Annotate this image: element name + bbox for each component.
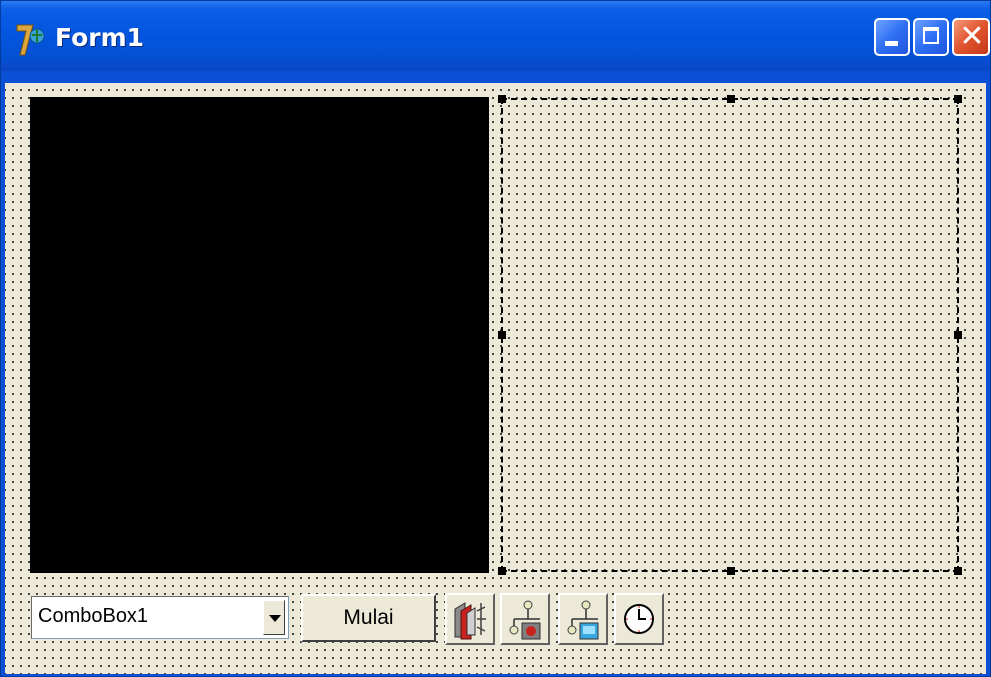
combobox-value: ComboBox1: [38, 605, 149, 627]
video-panel[interactable]: [30, 97, 489, 573]
timer-component[interactable]: [614, 593, 664, 645]
server-socket-component[interactable]: [500, 593, 550, 645]
close-icon: ✕: [959, 19, 985, 54]
media-player-component-icon: [454, 602, 486, 640]
window-title: Form1: [55, 23, 145, 52]
delphi-app-icon: [16, 24, 45, 56]
start-button-label: Mulai: [343, 606, 394, 629]
maximize-icon: [923, 27, 939, 44]
client-socket-component-icon: [567, 600, 599, 640]
resize-handle-top[interactable]: [727, 95, 735, 103]
resize-handle-right[interactable]: [954, 331, 962, 339]
form-design-surface[interactable]: ComboBox1 Mulai: [5, 83, 986, 674]
server-socket-component-icon: [509, 600, 541, 640]
maximize-button[interactable]: [913, 18, 949, 56]
resize-handle-top-left[interactable]: [498, 95, 506, 103]
form-window: Form1 ✕ ComboBox1 Mulai: [0, 0, 991, 677]
timer-clock-icon: [624, 604, 654, 634]
close-button[interactable]: ✕: [952, 18, 990, 56]
resize-handle-bottom-left[interactable]: [498, 567, 506, 575]
selected-panel[interactable]: [498, 95, 962, 575]
start-button[interactable]: Mulai: [301, 594, 436, 642]
resize-handle-left[interactable]: [498, 331, 506, 339]
resize-handle-bottom[interactable]: [727, 567, 735, 575]
title-bar[interactable]: Form1 ✕: [1, 1, 990, 71]
minimize-icon: [885, 41, 898, 46]
resize-handle-top-right[interactable]: [954, 95, 962, 103]
resize-handle-bottom-right[interactable]: [954, 567, 962, 575]
media-player-component[interactable]: [445, 593, 495, 645]
minimize-button[interactable]: [874, 18, 910, 56]
chevron-down-icon[interactable]: [263, 600, 285, 635]
combobox[interactable]: ComboBox1: [31, 596, 289, 639]
client-socket-component[interactable]: [558, 593, 608, 645]
